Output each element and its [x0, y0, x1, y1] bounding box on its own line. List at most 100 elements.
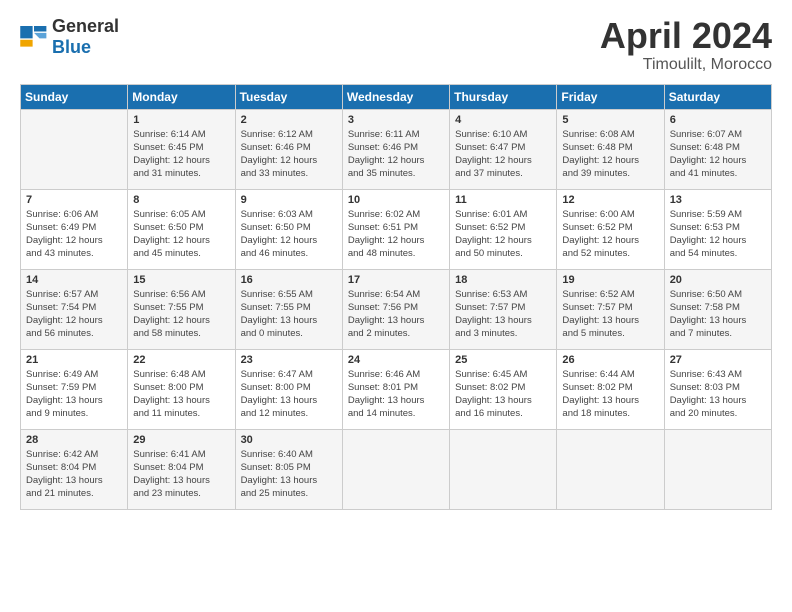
calendar-week-3: 21 Sunrise: 6:49 AM Sunset: 7:59 PM Dayli…: [21, 349, 772, 429]
day-number: 30: [241, 434, 337, 446]
day-info: Sunrise: 6:01 AM Sunset: 6:52 PM Dayligh…: [455, 208, 551, 261]
table-row: 17 Sunrise: 6:54 AM Sunset: 7:56 PM Dayli…: [342, 269, 449, 349]
day-number: 7: [26, 194, 122, 206]
table-row: 3 Sunrise: 6:11 AM Sunset: 6:46 PM Daylig…: [342, 109, 449, 189]
header-wednesday: Wednesday: [342, 84, 449, 109]
logo-general: General: [52, 16, 119, 36]
calendar-week-4: 28Sunrise: 6:42 AM Sunset: 8:04 PM Dayli…: [21, 429, 772, 509]
table-row: 16 Sunrise: 6:55 AM Sunset: 7:55 PM Dayli…: [235, 269, 342, 349]
table-row: 24 Sunrise: 6:46 AM Sunset: 8:01 PM Dayli…: [342, 349, 449, 429]
day-info: Sunrise: 6:08 AM Sunset: 6:48 PM Dayligh…: [562, 128, 658, 181]
day-info: Sunrise: 6:55 AM Sunset: 7:55 PM Dayligh…: [241, 288, 337, 341]
day-number: 24: [348, 354, 444, 366]
table-row: 12 Sunrise: 6:00 AM Sunset: 6:52 PM Dayli…: [557, 189, 664, 269]
day-info: Sunrise: 6:07 AM Sunset: 6:48 PM Dayligh…: [670, 128, 766, 181]
day-info: Sunrise: 6:50 AM Sunset: 7:58 PM Dayligh…: [670, 288, 766, 341]
table-row: 9 Sunrise: 6:03 AM Sunset: 6:50 PM Daylig…: [235, 189, 342, 269]
day-number: 22: [133, 354, 229, 366]
day-info: Sunrise: 6:54 AM Sunset: 7:56 PM Dayligh…: [348, 288, 444, 341]
table-row: 21 Sunrise: 6:49 AM Sunset: 7:59 PM Dayli…: [21, 349, 128, 429]
day-info: Sunrise: 6:56 AM Sunset: 7:55 PM Dayligh…: [133, 288, 229, 341]
day-info: Sunrise: 6:48 AM Sunset: 8:00 PM Dayligh…: [133, 368, 229, 421]
table-row: 28Sunrise: 6:42 AM Sunset: 8:04 PM Dayli…: [21, 429, 128, 509]
day-number: 4: [455, 114, 551, 126]
day-number: 15: [133, 274, 229, 286]
table-row: 10 Sunrise: 6:02 AM Sunset: 6:51 PM Dayli…: [342, 189, 449, 269]
header-sunday: Sunday: [21, 84, 128, 109]
day-number: 17: [348, 274, 444, 286]
day-number: 1: [133, 114, 229, 126]
logo: General Blue: [20, 16, 119, 58]
header-saturday: Saturday: [664, 84, 771, 109]
day-info: Sunrise: 6:52 AM Sunset: 7:57 PM Dayligh…: [562, 288, 658, 341]
day-info: Sunrise: 6:45 AM Sunset: 8:02 PM Dayligh…: [455, 368, 551, 421]
day-number: 6: [670, 114, 766, 126]
day-info: Sunrise: 6:06 AM Sunset: 6:49 PM Dayligh…: [26, 208, 122, 261]
table-row: 30 Sunrise: 6:40 AM Sunset: 8:05 PM Dayli…: [235, 429, 342, 509]
calendar-header-row: Sunday Monday Tuesday Wednesday Thursday…: [21, 84, 772, 109]
day-number: 5: [562, 114, 658, 126]
table-row: [21, 109, 128, 189]
day-info: Sunrise: 6:02 AM Sunset: 6:51 PM Dayligh…: [348, 208, 444, 261]
table-row: 8 Sunrise: 6:05 AM Sunset: 6:50 PM Daylig…: [128, 189, 235, 269]
day-number: 18: [455, 274, 551, 286]
title-block: April 2024 Timoulilt, Morocco: [600, 16, 772, 74]
day-number: 8: [133, 194, 229, 206]
day-number: 23: [241, 354, 337, 366]
table-row: 26Sunrise: 6:44 AM Sunset: 8:02 PM Dayli…: [557, 349, 664, 429]
table-row: 23Sunrise: 6:47 AM Sunset: 8:00 PM Dayli…: [235, 349, 342, 429]
table-row: 13Sunrise: 5:59 AM Sunset: 6:53 PM Dayli…: [664, 189, 771, 269]
logo-text: General Blue: [52, 16, 119, 58]
table-row: 29 Sunrise: 6:41 AM Sunset: 8:04 PM Dayli…: [128, 429, 235, 509]
day-number: 2: [241, 114, 337, 126]
logo-blue: Blue: [52, 37, 91, 57]
table-row: 7 Sunrise: 6:06 AM Sunset: 6:49 PM Daylig…: [21, 189, 128, 269]
day-info: Sunrise: 6:05 AM Sunset: 6:50 PM Dayligh…: [133, 208, 229, 261]
day-info: Sunrise: 6:42 AM Sunset: 8:04 PM Dayligh…: [26, 448, 122, 501]
logo-icon: [20, 26, 48, 48]
day-number: 9: [241, 194, 337, 206]
calendar-week-1: 7 Sunrise: 6:06 AM Sunset: 6:49 PM Daylig…: [21, 189, 772, 269]
day-number: 19: [562, 274, 658, 286]
table-row: [557, 429, 664, 509]
day-number: 10: [348, 194, 444, 206]
table-row: 15 Sunrise: 6:56 AM Sunset: 7:55 PM Dayli…: [128, 269, 235, 349]
day-number: 16: [241, 274, 337, 286]
day-info: Sunrise: 6:03 AM Sunset: 6:50 PM Dayligh…: [241, 208, 337, 261]
day-number: 13: [670, 194, 766, 206]
day-number: 12: [562, 194, 658, 206]
day-number: 25: [455, 354, 551, 366]
day-info: Sunrise: 6:11 AM Sunset: 6:46 PM Dayligh…: [348, 128, 444, 181]
table-row: 6 Sunrise: 6:07 AM Sunset: 6:48 PM Daylig…: [664, 109, 771, 189]
table-row: 11 Sunrise: 6:01 AM Sunset: 6:52 PM Dayli…: [450, 189, 557, 269]
day-info: Sunrise: 6:00 AM Sunset: 6:52 PM Dayligh…: [562, 208, 658, 261]
month-title: April 2024: [600, 16, 772, 56]
table-row: 22 Sunrise: 6:48 AM Sunset: 8:00 PM Dayli…: [128, 349, 235, 429]
table-row: 14Sunrise: 6:57 AM Sunset: 7:54 PM Dayli…: [21, 269, 128, 349]
day-number: 21: [26, 354, 122, 366]
table-row: 2Sunrise: 6:12 AM Sunset: 6:46 PM Daylig…: [235, 109, 342, 189]
day-info: Sunrise: 6:49 AM Sunset: 7:59 PM Dayligh…: [26, 368, 122, 421]
day-info: Sunrise: 6:40 AM Sunset: 8:05 PM Dayligh…: [241, 448, 337, 501]
calendar-body: 1Sunrise: 6:14 AM Sunset: 6:45 PM Daylig…: [21, 109, 772, 509]
calendar-week-2: 14Sunrise: 6:57 AM Sunset: 7:54 PM Dayli…: [21, 269, 772, 349]
table-row: 19 Sunrise: 6:52 AM Sunset: 7:57 PM Dayli…: [557, 269, 664, 349]
table-row: 20Sunrise: 6:50 AM Sunset: 7:58 PM Dayli…: [664, 269, 771, 349]
day-info: Sunrise: 6:44 AM Sunset: 8:02 PM Dayligh…: [562, 368, 658, 421]
table-row: 27 Sunrise: 6:43 AM Sunset: 8:03 PM Dayli…: [664, 349, 771, 429]
table-row: 5 Sunrise: 6:08 AM Sunset: 6:48 PM Daylig…: [557, 109, 664, 189]
day-number: 11: [455, 194, 551, 206]
header: General Blue April 2024 Timoulilt, Moroc…: [20, 16, 772, 74]
table-row: [450, 429, 557, 509]
day-number: 27: [670, 354, 766, 366]
location: Timoulilt, Morocco: [600, 56, 772, 74]
day-info: Sunrise: 6:53 AM Sunset: 7:57 PM Dayligh…: [455, 288, 551, 341]
day-info: Sunrise: 6:41 AM Sunset: 8:04 PM Dayligh…: [133, 448, 229, 501]
day-info: Sunrise: 6:57 AM Sunset: 7:54 PM Dayligh…: [26, 288, 122, 341]
day-number: 29: [133, 434, 229, 446]
day-info: Sunrise: 6:10 AM Sunset: 6:47 PM Dayligh…: [455, 128, 551, 181]
day-number: 3: [348, 114, 444, 126]
day-info: Sunrise: 6:43 AM Sunset: 8:03 PM Dayligh…: [670, 368, 766, 421]
table-row: [342, 429, 449, 509]
day-info: Sunrise: 6:46 AM Sunset: 8:01 PM Dayligh…: [348, 368, 444, 421]
